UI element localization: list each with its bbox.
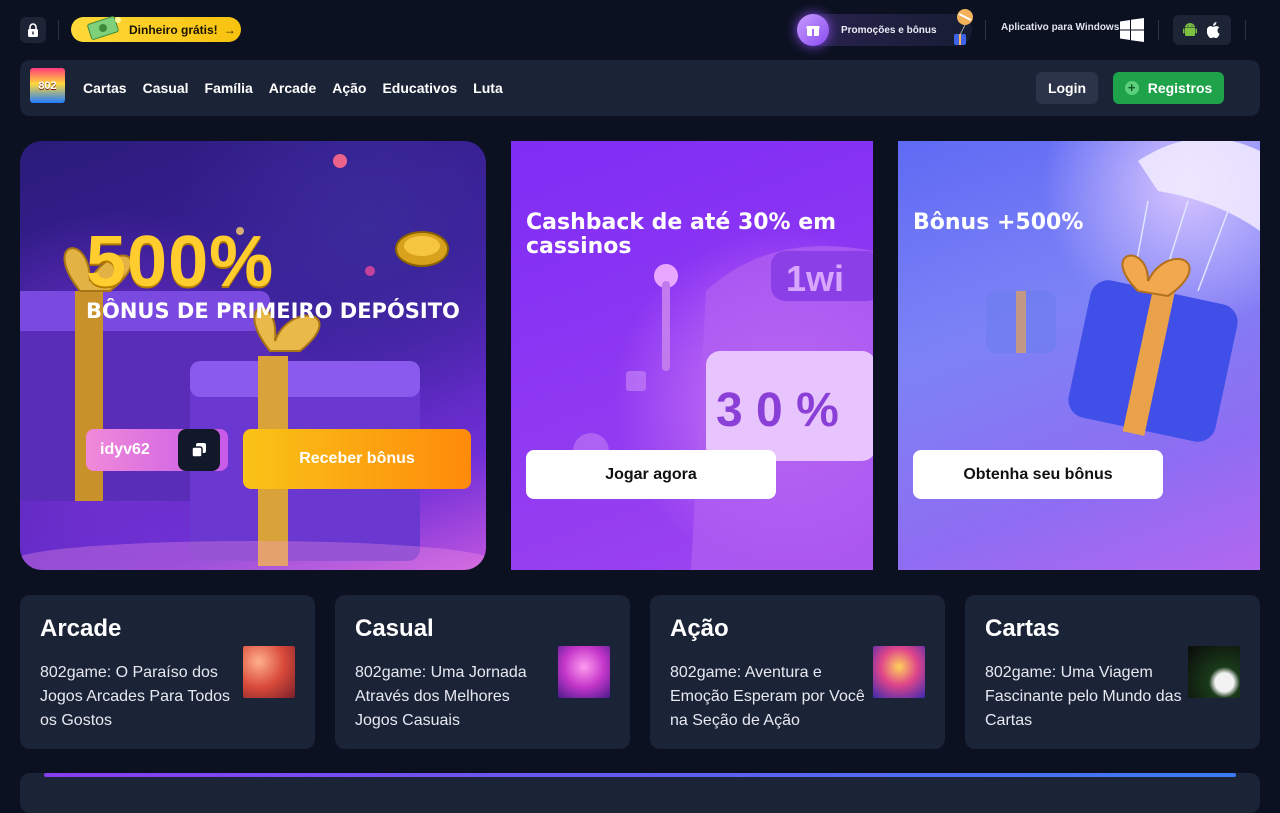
money-icon (87, 16, 121, 40)
balloon-gift-icon (954, 9, 973, 45)
gift-balloon-illustration (986, 141, 1260, 442)
promotions-label: Promoções e bônus (841, 24, 937, 36)
login-button[interactable]: Login (1036, 72, 1098, 104)
bonus-500-title: Bônus +500% (913, 210, 1084, 235)
bonus-percent: 500% (86, 222, 275, 302)
nav-link-casual[interactable]: Casual (143, 80, 189, 96)
card-thumbnail (873, 646, 925, 698)
card-title: Casual (355, 615, 434, 642)
lock-icon (28, 23, 38, 37)
android-icon[interactable] (1183, 22, 1197, 38)
card-thumbnail (1188, 646, 1240, 698)
copy-icon (191, 443, 206, 458)
divider (985, 20, 986, 40)
logo-text: 802 (38, 79, 57, 92)
windows-app-link[interactable]: Aplicativo para Windows (1001, 22, 1119, 33)
bonus-subtitle: BÔNUS DE PRIMEIRO DEPÓSITO (86, 299, 460, 323)
card-thumbnail (243, 646, 295, 698)
nav-link-acao[interactable]: Ação (332, 80, 366, 96)
promo-code: idyv62 (100, 441, 150, 458)
site-logo[interactable]: 802 (30, 68, 65, 103)
gift-icon (797, 14, 829, 46)
get-bonus-button[interactable]: Obtenha seu bônus (913, 450, 1163, 499)
category-cards: Arcade 802game: O Paraíso dos Jogos Arca… (20, 595, 1260, 749)
free-money-button[interactable]: Dinheiro grátis! → (71, 16, 241, 42)
play-now-button[interactable]: Jogar agora (526, 450, 776, 499)
bottom-panel (20, 773, 1260, 813)
register-label: Registros (1147, 80, 1213, 96)
mobile-apps-box (1173, 15, 1231, 45)
divider (58, 20, 59, 40)
nav-link-familia[interactable]: Família (205, 80, 253, 96)
category-card-casual[interactable]: Casual 802game: Uma Jornada Através dos … (335, 595, 630, 749)
card-thumbnail (558, 646, 610, 698)
slot-machine-illustration: 1wi 3 0 % (573, 246, 873, 570)
promo-code-box: idyv62 (86, 429, 228, 471)
card-title: Cartas (985, 615, 1060, 642)
gradient-bar (44, 773, 1236, 777)
card-description: 802game: O Paraíso dos Jogos Arcades Par… (40, 664, 231, 729)
card-description: 802game: Aventura e Emoção Esperam por V… (670, 664, 865, 729)
apple-icon[interactable] (1207, 22, 1221, 38)
category-card-arcade[interactable]: Arcade 802game: O Paraíso dos Jogos Arca… (20, 595, 315, 749)
gift-illustration (20, 154, 486, 570)
svg-text:1wi: 1wi (786, 258, 844, 299)
cashback-title: Cashback de até 30% em cassinos (526, 210, 837, 259)
plus-icon: + (1124, 81, 1139, 95)
category-card-acao[interactable]: Ação 802game: Aventura e Emoção Esperam … (650, 595, 945, 749)
copy-button[interactable] (178, 429, 220, 471)
card-title: Arcade (40, 615, 122, 642)
bonus-500-banner[interactable]: Bônus +500% Obtenha seu bônus (898, 141, 1260, 570)
nav-link-educativos[interactable]: Educativos (382, 80, 457, 96)
windows-icon[interactable] (1120, 18, 1144, 42)
arrow-right-icon: → (223, 22, 236, 37)
divider (1245, 20, 1246, 40)
cashback-banner[interactable]: 1wi 3 0 % Cashback de até 30% em cassino… (511, 141, 873, 570)
top-bar: Dinheiro grátis! → Promoções e bônus Apl… (0, 0, 1280, 60)
category-card-cartas[interactable]: Cartas 802game: Uma Viagem Fascinante pe… (965, 595, 1260, 749)
svg-text:3 0 %: 3 0 % (716, 384, 839, 437)
promotions-button[interactable]: Promoções e bônus (797, 9, 973, 46)
nav-link-cartas[interactable]: Cartas (83, 80, 127, 96)
card-title: Ação (670, 615, 729, 642)
divider (1158, 20, 1159, 40)
free-money-label: Dinheiro grátis! (129, 22, 218, 37)
main-nav: 802 Cartas Casual Família Arcade Ação Ed… (20, 60, 1260, 116)
nav-link-arcade[interactable]: Arcade (269, 80, 316, 96)
first-deposit-banner[interactable]: 500% BÔNUS DE PRIMEIRO DEPÓSITO idyv62 R… (20, 141, 486, 570)
card-description: 802game: Uma Jornada Através dos Melhore… (355, 664, 527, 729)
nav-link-luta[interactable]: Luta (473, 80, 503, 96)
receive-bonus-button[interactable]: Receber bônus (243, 429, 471, 489)
lock-button[interactable] (20, 17, 46, 43)
register-button[interactable]: + Registros (1113, 72, 1224, 104)
card-description: 802game: Uma Viagem Fascinante pelo Mund… (985, 664, 1182, 729)
nav-links: Cartas Casual Família Arcade Ação Educat… (83, 60, 503, 116)
